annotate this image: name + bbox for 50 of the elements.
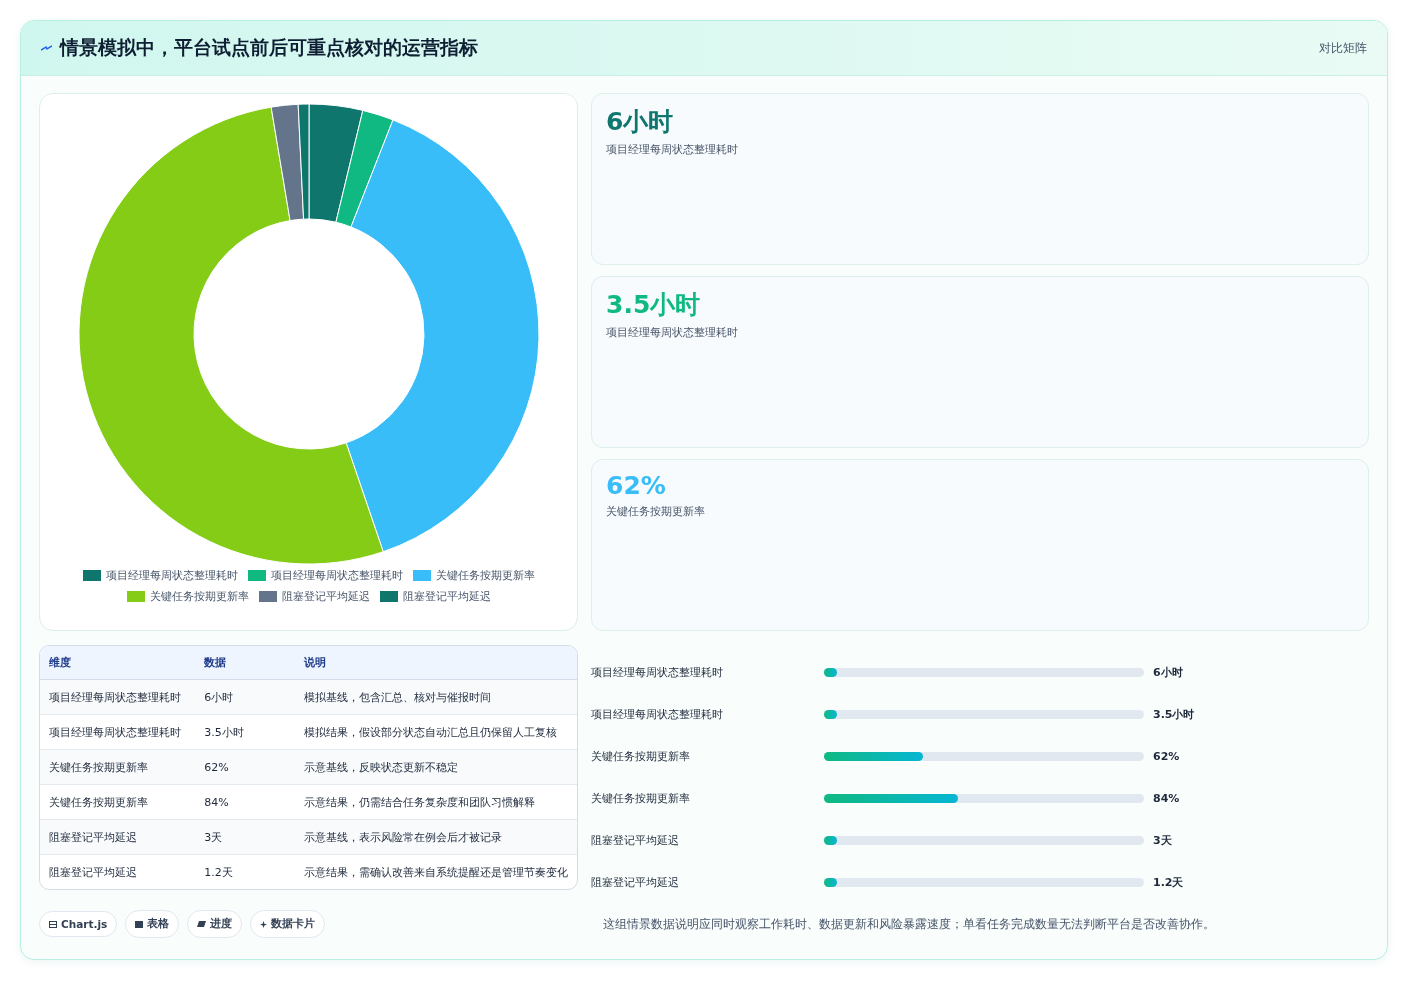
stat-value: 62% [606,471,667,500]
table-cell: 示意结果，需确认改善来自系统提醒还是管理节奏变化 [295,854,577,889]
table-cell: 阻塞登记平均延迟 [40,854,196,889]
table-cell: 项目经理每周状态整理耗时 [40,679,196,715]
legend-label: 阻塞登记平均延迟 [402,589,491,604]
matrix-link[interactable]: 对比矩阵 [1319,39,1367,57]
bar-label: 项目经理每周状态整理耗时 [591,664,724,680]
bar-value: 3天 [1153,832,1173,848]
parallelogram-icon [197,921,207,927]
page-title: 情景模拟中，平台试点前后可重点核对的运营指标 [60,35,478,60]
column-header: 说明 [295,646,577,680]
table-cell: 关键任务按期更新率 [40,749,196,785]
legend-label: 项目经理每周状态整理耗时 [270,568,403,583]
square-icon [135,920,144,928]
table-cell: 模拟基线，包含汇总、核对与催报时间 [295,679,577,715]
table-cell: 62% [195,749,295,785]
legend-label: 阻塞登记平均延迟 [281,589,370,604]
bar-label: 关键任务按期更新率 [591,790,691,806]
tag-chip[interactable]: 进度 [187,910,243,938]
bar-label: 关键任务按期更新率 [591,748,691,764]
table-cell: 6小时 [195,679,295,715]
stat-value: 3.5小时 [606,289,702,321]
tag-chip[interactable]: Chart.js [39,911,118,937]
stat-value: 6小时 [606,106,675,138]
legend-label: 项目经理每周状态整理耗时 [105,568,238,583]
stat-label: 项目经理每周状态整理耗时 [606,142,739,157]
table-cell: 示意基线，表示风险常在例会后才被记录 [295,819,577,855]
bar-value: 84% [1153,791,1181,805]
table-cell: 示意基线，反映状态更新不稳定 [295,749,577,785]
legend-label: 关键任务按期更新率 [435,568,535,583]
legend-label: 关键任务按期更新率 [149,589,249,604]
bar-label: 阻塞登记平均延迟 [591,832,680,848]
stat-label: 关键任务按期更新率 [606,504,706,519]
tag-chip[interactable]: 表格 [125,910,180,938]
bar-label: 阻塞登记平均延迟 [591,874,680,890]
sparkle-icon [260,920,268,928]
stat-label: 项目经理每周状态整理耗时 [606,325,739,340]
table-cell: 3天 [195,819,295,855]
bar-value: 62% [1153,749,1181,763]
bar-value: 3.5小时 [1153,706,1196,722]
table-cell: 1.2天 [195,854,295,889]
tag-chip[interactable]: 数据卡片 [250,910,326,938]
bar-value: 6小时 [1153,664,1184,680]
bar-label: 项目经理每周状态整理耗时 [591,706,724,722]
table-cell: 阻塞登记平均延迟 [40,819,196,855]
column-header: 维度 [40,646,196,680]
summary-note: 这组情景数据说明应同时观察工作耗时、数据更新和风险暴露速度；单看任务完成数量无法判断平台是否改善协作。 [602,916,1216,933]
column-header: 数据 [195,646,295,680]
lightning-icon [41,45,52,51]
bar-value: 1.2天 [1153,874,1185,890]
